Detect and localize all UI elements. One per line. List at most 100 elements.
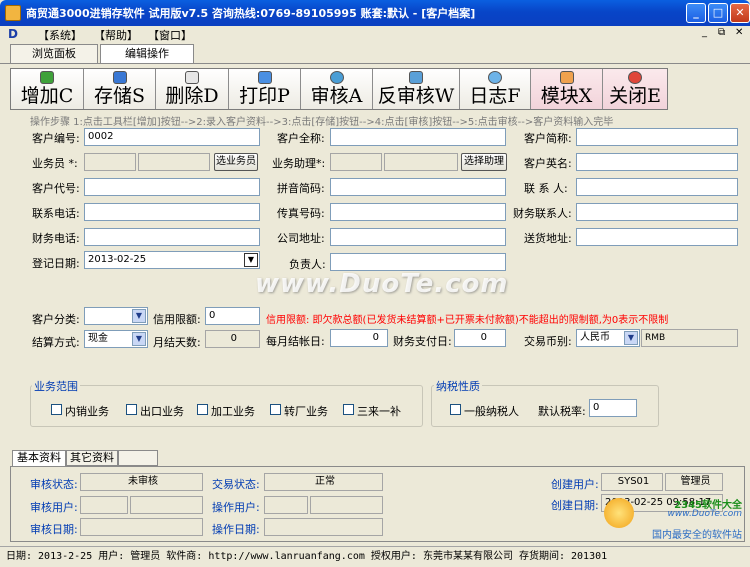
minimize-button[interactable]: _ — [686, 3, 706, 23]
unapprove-button[interactable]: 反审核W — [373, 69, 460, 109]
three-one-checkbox[interactable] — [343, 404, 354, 415]
approve-button[interactable]: 审核A — [301, 69, 373, 109]
module-label: 模块X — [540, 85, 593, 107]
trade-status-label: 交易状态: — [212, 478, 260, 491]
operate-date-field — [264, 518, 383, 536]
address-input[interactable] — [330, 228, 506, 246]
approve-date-label: 审核日期: — [30, 523, 78, 536]
save-icon — [112, 71, 127, 84]
close-label: 关闭E — [609, 85, 661, 107]
save-button[interactable]: 存储S — [84, 69, 156, 109]
processing-label: 加工业务 — [211, 405, 255, 418]
module-icon — [559, 71, 574, 84]
category-label: 客户分类: — [32, 313, 80, 326]
app-icon — [5, 5, 21, 21]
customer-no-input[interactable]: 0002 — [84, 128, 260, 146]
approve-label: 审核A — [310, 85, 363, 107]
english-name-label: 客户英名: — [524, 157, 572, 170]
mdi-minimize-button[interactable]: _ — [702, 27, 707, 38]
monthly-settle-input[interactable]: 0 — [330, 329, 388, 347]
domestic-checkbox[interactable] — [51, 404, 62, 415]
monthly-days-label: 月结天数: — [153, 336, 201, 349]
settle-select[interactable]: 现金 ▼ — [84, 330, 148, 348]
fin-phone-input[interactable] — [84, 228, 260, 246]
reg-date-picker[interactable]: 2013-02-25 ▼ — [84, 251, 260, 269]
salesman-name-field — [138, 153, 210, 171]
trade-status-field: 正常 — [264, 473, 383, 491]
settle-value: 现金 — [88, 333, 108, 344]
fax-input[interactable] — [330, 203, 506, 221]
operation-steps: 操作步骤 1:点击工具栏[增加]按钮-->2:录入客户资料-->3:点击[存储]… — [30, 117, 614, 128]
category-select[interactable]: ▼ — [84, 307, 148, 325]
menu-help[interactable]: 【帮助】 — [94, 27, 138, 43]
english-name-input[interactable] — [576, 153, 738, 171]
pinyin-label: 拼音简码: — [277, 182, 325, 195]
tab-other-info[interactable]: 其它资料 — [66, 450, 118, 466]
operator-label: 操作用户: — [212, 501, 260, 514]
status-bar: 日期: 2013-2-25 用户: 管理员 软件商: http://www.la… — [0, 546, 750, 567]
tax-rate-input[interactable]: 0 — [589, 399, 637, 417]
fax-label: 传真号码: — [277, 207, 325, 220]
contact-input[interactable] — [576, 178, 738, 196]
mdi-restore-button[interactable]: ⧉ — [718, 27, 725, 38]
chevron-down-icon: ▼ — [132, 332, 146, 346]
pinyin-input[interactable] — [330, 178, 506, 196]
close-button[interactable]: 关闭E — [603, 69, 667, 109]
log-button[interactable]: 日志F — [460, 69, 531, 109]
reg-date-label: 登记日期: — [32, 257, 80, 270]
tax-title: 纳税性质 — [434, 378, 482, 394]
add-button[interactable]: 增加C — [11, 69, 84, 109]
tab-browse-panel[interactable]: 浏览面板 — [10, 44, 98, 63]
processing-checkbox[interactable] — [197, 404, 208, 415]
fin-contact-label: 财务联系人: — [513, 207, 572, 220]
select-salesman-button[interactable]: 选业务员 — [214, 153, 258, 171]
customer-no-label: 客户编号: — [32, 132, 80, 145]
reg-date-value: 2013-02-25 — [88, 254, 147, 265]
menu-window[interactable]: 【窗口】 — [148, 27, 192, 43]
menu-system[interactable]: 【系统】 — [38, 27, 82, 43]
corner-watermark-slogan: 国内最安全的软件站 — [652, 530, 742, 541]
delete-button[interactable]: 删除D — [156, 69, 229, 109]
calendar-dropdown-icon[interactable]: ▼ — [244, 253, 258, 267]
mdi-close-button[interactable]: ✕ — [735, 27, 743, 38]
export-checkbox[interactable] — [126, 404, 137, 415]
module-button[interactable]: 模块X — [531, 69, 603, 109]
tab-blank[interactable] — [118, 450, 158, 466]
fin-pay-input[interactable]: 0 — [454, 329, 506, 347]
short-name-input[interactable] — [576, 128, 738, 146]
fin-contact-input[interactable] — [576, 203, 738, 221]
transfer-checkbox[interactable] — [270, 404, 281, 415]
save-label: 存储S — [93, 85, 146, 107]
sun-logo-icon — [604, 498, 634, 528]
credit-input[interactable]: 0 — [205, 307, 260, 325]
duote-watermark: www.DuoTe.com — [255, 269, 509, 299]
add-icon — [40, 71, 54, 84]
tab-edit-operation[interactable]: 编辑操作 — [100, 44, 194, 64]
unapprove-label: 反审核W — [377, 85, 455, 107]
currency-select[interactable]: 人民币 ▼ — [576, 329, 640, 347]
fin-phone-label: 财务电话: — [32, 232, 80, 245]
full-name-label: 客户全称: — [277, 132, 325, 145]
customer-code-input[interactable] — [84, 178, 260, 196]
create-user-label: 创建用户: — [551, 478, 599, 491]
delete-label: 删除D — [165, 85, 219, 107]
approve-icon — [329, 71, 344, 84]
operator-name — [310, 496, 383, 514]
close-window-button[interactable]: ✕ — [730, 3, 750, 23]
phone-input[interactable] — [84, 203, 260, 221]
delivery-input[interactable] — [576, 228, 738, 246]
print-button[interactable]: 打印P — [229, 69, 301, 109]
create-user-name: 管理员 — [665, 473, 723, 491]
maximize-button[interactable]: □ — [708, 3, 728, 23]
assistant-label: 业务助理*: — [272, 157, 326, 170]
tab-basic-info[interactable]: 基本资料 — [12, 450, 66, 467]
corner-watermark: 2345软件大全 www.DuoTe.com 国内最安全的软件站 — [596, 490, 746, 542]
full-name-input[interactable] — [330, 128, 506, 146]
salesman-label: 业务员 *: — [32, 157, 78, 170]
select-assistant-button[interactable]: 选择助理 — [461, 153, 507, 171]
settle-label: 结算方式: — [32, 336, 80, 349]
currency-label: 交易币别: — [524, 335, 572, 348]
general-taxpayer-checkbox[interactable] — [450, 404, 461, 415]
toolbar: 增加C 存储S 删除D 打印P 审核A 反审核W 日志F 模块X 关闭E — [10, 68, 668, 110]
approve-user-code — [80, 496, 128, 514]
